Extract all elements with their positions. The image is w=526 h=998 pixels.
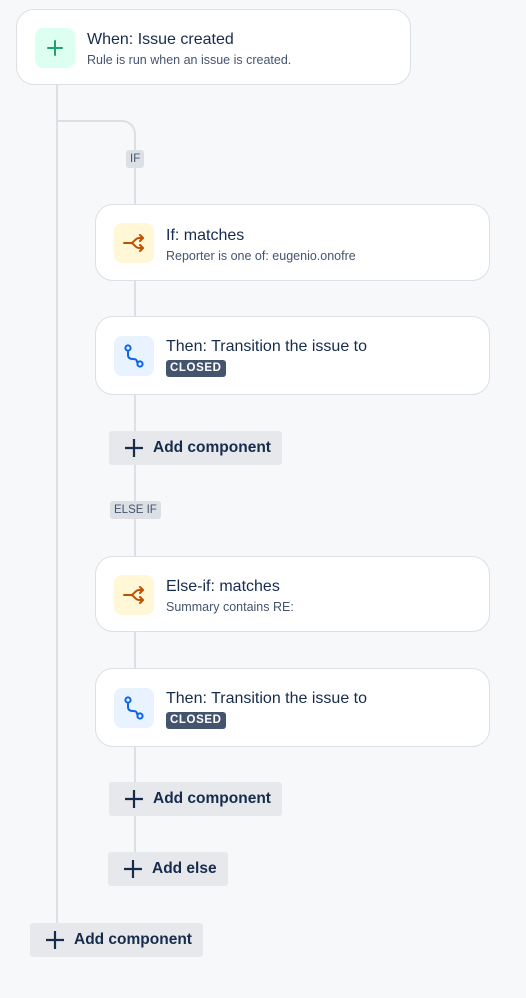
else-if-branch-label: ELSE IF: [110, 501, 161, 519]
main-connector-line: [56, 84, 58, 940]
else-if-condition-subtitle: Summary contains RE:: [166, 600, 294, 614]
add-else-button[interactable]: Add else: [108, 852, 228, 886]
else-if-condition-title: Else-if: matches: [166, 578, 280, 595]
status-badge: CLOSED: [166, 712, 226, 729]
if-condition-title: If: matches: [166, 227, 245, 244]
plus-icon: [46, 931, 64, 949]
trigger-card[interactable]: When: Issue created Rule is run when an …: [16, 9, 411, 85]
status-badge: CLOSED: [166, 360, 226, 377]
transition-icon: [114, 336, 154, 376]
branch-icon: [114, 223, 154, 263]
add-component-label: Add component: [153, 439, 271, 456]
if-condition-subtitle: Reporter is one of: eugenio.onofre: [166, 249, 356, 263]
trigger-subtitle: Rule is run when an issue is created.: [87, 53, 292, 67]
else-if-action-title: Then: Transition the issue to: [166, 690, 367, 707]
add-component-label: Add component: [153, 790, 271, 807]
plus-icon: [124, 860, 142, 878]
if-add-component-button[interactable]: Add component: [109, 431, 282, 465]
plus-icon: [35, 28, 75, 68]
if-action-title: Then: Transition the issue to: [166, 338, 367, 355]
if-action-card[interactable]: Then: Transition the issue to CLOSED: [95, 316, 490, 395]
branch-elbow-connector: [56, 120, 136, 160]
add-else-label: Add else: [152, 860, 217, 877]
branch-icon: [114, 575, 154, 615]
if-branch-label: IF: [126, 150, 145, 168]
root-add-component-button[interactable]: Add component: [30, 923, 203, 957]
transition-icon: [114, 688, 154, 728]
else-if-add-component-button[interactable]: Add component: [109, 782, 282, 816]
trigger-title: When: Issue created: [87, 31, 234, 48]
else-if-condition-card[interactable]: Else-if: matches Summary contains RE:: [95, 556, 490, 632]
else-if-action-card[interactable]: Then: Transition the issue to CLOSED: [95, 668, 490, 747]
add-component-label: Add component: [74, 931, 192, 948]
plus-icon: [125, 439, 143, 457]
plus-icon: [125, 790, 143, 808]
if-condition-card[interactable]: If: matches Reporter is one of: eugenio.…: [95, 204, 490, 281]
